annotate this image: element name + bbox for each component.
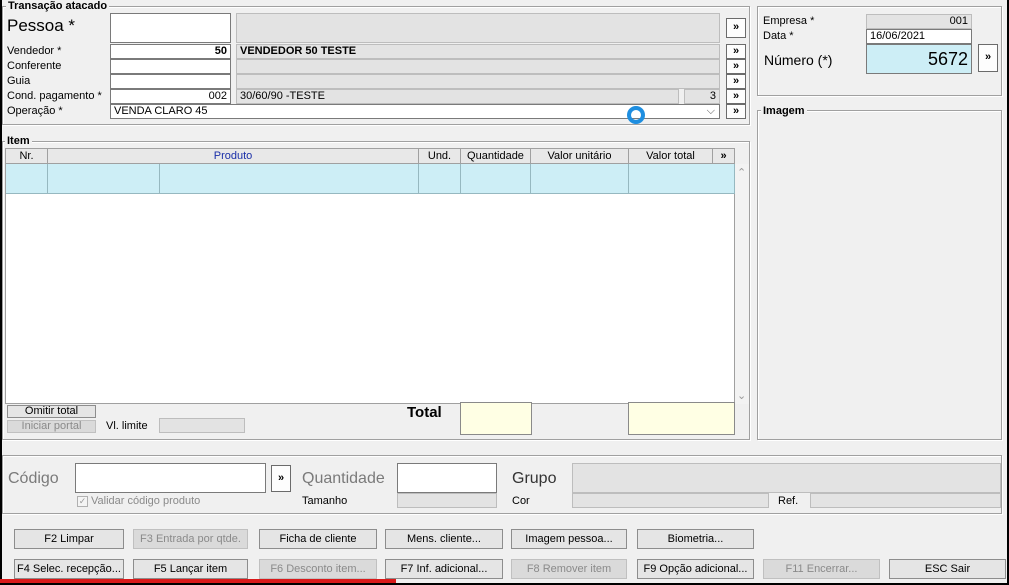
encerrar-button: F11 Encerrar... (763, 559, 880, 579)
parcelas-field: 3 (684, 89, 720, 104)
opcao-adicional-button[interactable]: F9 Opção adicional... (637, 559, 754, 579)
ficha-cliente-button[interactable]: Ficha de cliente (259, 529, 377, 549)
operacao-value: VENDA CLARO 45 (114, 105, 208, 117)
cell-produto-code[interactable] (48, 164, 160, 194)
limpar-button[interactable]: F2 Limpar (14, 529, 124, 549)
numero-label: Número (*) (764, 52, 833, 68)
biometria-button[interactable]: Biometria... (637, 529, 754, 549)
col-produto[interactable]: Produto (48, 149, 419, 164)
total-valor-box (628, 402, 735, 435)
cell-produto-desc[interactable] (160, 164, 419, 194)
vendedor-code-input[interactable]: 50 (110, 44, 231, 59)
col-quantidade[interactable]: Quantidade (461, 149, 531, 164)
quantidade-label: Quantidade (302, 470, 385, 487)
col-valor-unitario[interactable]: Valor unitário (531, 149, 629, 164)
vendedor-more-button[interactable]: » (726, 44, 746, 59)
cond-pagamento-code-input[interactable]: 002 (110, 89, 231, 104)
loading-cursor-icon (627, 106, 645, 124)
grid-scrollbar[interactable]: ⌃ ⌄ (735, 164, 749, 404)
pessoa-label: Pessoa * (7, 16, 76, 35)
imagem-pessoa-button[interactable]: Imagem pessoa... (511, 529, 627, 549)
cell-und[interactable] (419, 164, 461, 194)
col-valor-total[interactable]: Valor total (629, 149, 713, 164)
imagem-title: Imagem (761, 105, 807, 117)
mens-cliente-button[interactable]: Mens. cliente... (385, 529, 503, 549)
item-title: Item (5, 135, 32, 147)
operacao-more-button[interactable]: » (726, 104, 746, 119)
transacao-title: Transação atacado (6, 0, 110, 12)
cor-label: Cor (512, 495, 530, 507)
selec-recepcao-button[interactable]: F4 Selec. recepção... (14, 559, 124, 579)
scroll-up-icon[interactable]: ⌃ (737, 166, 746, 179)
guia-more-button[interactable]: » (726, 74, 746, 89)
cell-valor-unitario[interactable] (531, 164, 629, 194)
total-label: Total (407, 404, 442, 421)
cell-nr[interactable] (6, 164, 48, 194)
vl-limite-label: Vl. limite (106, 420, 148, 432)
omitir-total-button[interactable]: Omitir total (7, 405, 96, 418)
grid-more-button[interactable]: » (713, 149, 735, 164)
conferente-name-field (236, 59, 720, 74)
guia-name-field (236, 74, 720, 89)
empresa-label: Empresa * (763, 15, 815, 27)
cor-field (572, 493, 769, 508)
guia-label: Guia (7, 75, 31, 87)
remover-item-button: F8 Remover item (511, 559, 627, 579)
grupo-label: Grupo (512, 470, 557, 487)
data-label: Data * (763, 30, 794, 42)
desconto-item-button: F6 Desconto item... (259, 559, 377, 579)
ref-label: Ref. (778, 495, 799, 507)
codigo-label: Código (8, 470, 59, 487)
ref-field (810, 493, 1001, 508)
data-input[interactable]: 16/06/2021 (866, 29, 972, 44)
scroll-down-icon[interactable]: ⌄ (737, 389, 746, 402)
validar-label: Validar código produto (91, 495, 201, 507)
cond-pagamento-more-button[interactable]: » (726, 89, 746, 104)
tamanho-label: Tamanho (302, 495, 348, 507)
progress-accent-bar (0, 579, 396, 583)
chevron-down-icon: ⌵ (706, 105, 715, 117)
codigo-more-button[interactable]: » (271, 465, 291, 492)
imagem-group (757, 110, 1002, 440)
col-nr[interactable]: Nr. (6, 149, 48, 164)
grupo-field (572, 463, 1001, 493)
conferente-more-button[interactable]: » (726, 59, 746, 74)
conferente-label: Conferente (7, 60, 62, 72)
cond-pagamento-label: Cond. pagamento * (7, 90, 102, 102)
cond-pagamento-name-field: 30/60/90 -TESTE (236, 89, 679, 104)
sair-button[interactable]: ESC Sair (889, 559, 1006, 579)
vendedor-label: Vendedor * (7, 45, 62, 57)
numero-more-button[interactable]: » (978, 44, 998, 72)
col-und[interactable]: Und. (419, 149, 461, 164)
numero-input[interactable]: 5672 (866, 44, 972, 74)
conferente-code-input[interactable] (110, 59, 231, 74)
vendedor-name-field: VENDEDOR 50 TESTE (236, 44, 720, 59)
empresa-field: 001 (866, 14, 972, 29)
codigo-input[interactable] (75, 463, 266, 493)
operacao-label: Operação * (7, 105, 63, 117)
validar-checkbox[interactable]: ✓ (77, 496, 88, 507)
cell-quantidade[interactable] (461, 164, 531, 194)
total-quantidade-box (460, 402, 532, 435)
quantidade-input[interactable] (397, 463, 497, 493)
iniciar-portal-button: Iniciar portal (7, 420, 96, 433)
tamanho-field (397, 493, 497, 508)
pessoa-code-input[interactable] (110, 13, 231, 43)
guia-code-input[interactable] (110, 74, 231, 89)
inf-adicional-button[interactable]: F7 Inf. adicional... (385, 559, 503, 579)
vl-limite-field (159, 418, 245, 433)
entrada-por-qtde-button: F3 Entrada por qtde. (133, 529, 248, 549)
pessoa-more-button[interactable]: » (726, 18, 746, 38)
lancar-item-button[interactable]: F5 Lançar item (133, 559, 248, 579)
cell-valor-total[interactable] (629, 164, 735, 194)
pessoa-name-field (236, 13, 720, 43)
